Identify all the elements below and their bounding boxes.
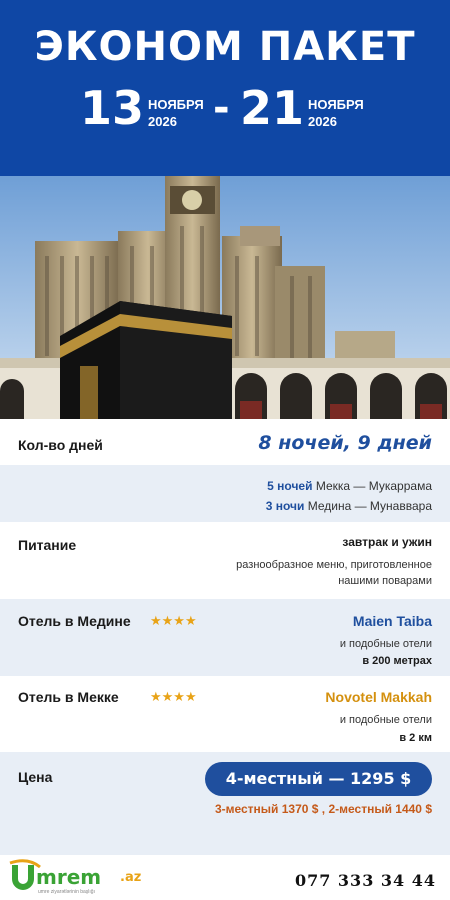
start-day: 13 — [80, 81, 145, 135]
start-year: 2026 — [148, 114, 177, 129]
cities-row: 5 ночей Мекка — Мукаррама 3 ночи Медина … — [0, 465, 450, 522]
end-year: 2026 — [308, 114, 337, 129]
mecca-hotel-stars: ★★★★ — [150, 689, 197, 704]
end-month-name: НОЯБРЯ — [308, 97, 364, 112]
end-month: НОЯБРЯ 2026 — [308, 96, 364, 130]
end-day: 21 — [240, 81, 305, 135]
date-separator: - — [213, 85, 230, 131]
days-row: Кол-во дней 8 ночей, 9 дней — [0, 419, 450, 465]
medina-nights-line: 3 ночи Медина — Мунаввара — [266, 499, 432, 513]
medina-nights: 3 ночи — [265, 499, 305, 513]
umrem-logo[interactable]: mrem .az umre ziyarətlərinin başlığı — [8, 859, 158, 897]
logo-text: mrem — [36, 865, 102, 889]
medina-hotel-label: Отель в Медине — [18, 613, 131, 629]
mecca-hotel-label: Отель в Мекке — [18, 689, 119, 705]
price-main-button[interactable]: 4-местный — 1295 $ — [205, 762, 432, 796]
logo-suffix: .az — [120, 870, 142, 885]
phone-number[interactable]: 077 333 34 44 — [295, 871, 436, 890]
mecca-hotel-distance: в 2 км — [399, 732, 432, 744]
start-month-name: НОЯБРЯ — [148, 97, 204, 112]
mecca-hotel-note: и подобные отели — [339, 714, 432, 726]
days-value: 8 ночей, 9 дней — [258, 432, 432, 454]
food-row: Питание завтрак и ужин разнообразное мен… — [0, 522, 450, 599]
medina-hotel-note: и подобные отели — [339, 638, 432, 650]
mecca-city: Мекка — Мукаррама — [315, 479, 432, 493]
date-range: 13 НОЯБРЯ 2026 - 21 НОЯБРЯ 2026 — [0, 84, 450, 134]
start-month: НОЯБРЯ 2026 — [148, 96, 204, 130]
mecca-nights-line: 5 ночей Мекка — Мукаррама — [267, 479, 432, 493]
mecca-hotel-name: Novotel Makkah — [325, 689, 432, 705]
medina-hotel-distance: в 200 метрах — [362, 655, 432, 667]
price-label: Цена — [18, 769, 53, 785]
food-label: Питание — [18, 537, 77, 553]
medina-hotel-row: Отель в Медине ★★★★ Maien Taiba и подобн… — [0, 599, 450, 676]
mecca-nights: 5 ночей — [267, 479, 313, 493]
days-label: Кол-во дней — [18, 437, 103, 453]
medina-hotel-stars: ★★★★ — [150, 613, 197, 628]
food-note-2: нашими поварами — [338, 575, 432, 587]
kaaba-photo — [0, 176, 450, 419]
header-banner: ЭКОНОМ ПАКЕТ 13 НОЯБРЯ 2026 - 21 НОЯБРЯ … — [0, 0, 450, 176]
package-title: ЭКОНОМ ПАКЕТ — [34, 24, 416, 70]
food-value: завтрак и ужин — [342, 535, 432, 549]
footer: mrem .az umre ziyarətlərinin başlığı 077… — [0, 855, 450, 900]
medina-hotel-name: Maien Taiba — [352, 613, 432, 629]
medina-city: Медина — Мунаввара — [307, 499, 432, 513]
mecca-hotel-row: Отель в Мекке ★★★★ Novotel Makkah и подо… — [0, 676, 450, 752]
logo-tagline: umre ziyarətlərinin başlığı — [38, 889, 95, 895]
price-alternatives: 3-местный 1370 $ , 2-местный 1440 $ — [214, 802, 432, 816]
food-note-1: разнообразное меню, приготовленное — [236, 559, 432, 571]
price-row: Цена 4-местный — 1295 $ 3-местный 1370 $… — [0, 752, 450, 855]
